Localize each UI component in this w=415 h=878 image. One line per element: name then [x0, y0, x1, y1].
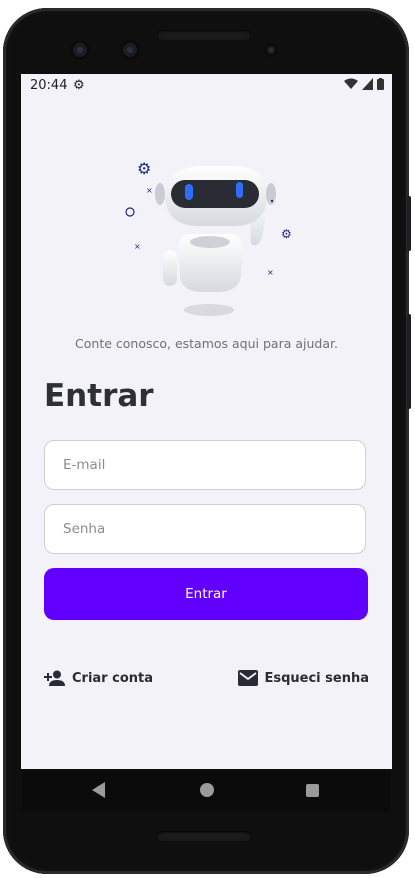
forgot-password-link[interactable]: Esqueci senha [238, 670, 369, 686]
forgot-password-label: Esqueci senha [264, 670, 369, 686]
sensor-icon [264, 43, 278, 57]
email-field[interactable] [44, 440, 366, 490]
home-icon[interactable] [200, 783, 214, 797]
signal-icon [362, 78, 373, 90]
wifi-icon [344, 78, 358, 89]
volume-button [407, 196, 411, 251]
status-time: 20:44 [30, 78, 68, 93]
gear-icon: ⚙ [281, 227, 292, 241]
front-camera-icon [120, 40, 140, 60]
back-icon[interactable] [92, 782, 105, 798]
recent-apps-icon[interactable] [306, 784, 319, 797]
create-account-link[interactable]: Criar conta [44, 670, 153, 686]
svg-text:×: × [146, 186, 153, 195]
add-person-icon [44, 670, 65, 686]
battery-icon [377, 78, 384, 90]
status-bar: 20:44 ⚙ [21, 74, 392, 98]
bottom-speaker [157, 831, 251, 841]
earpiece-speaker [157, 30, 251, 40]
gear-icon: ⚙ [137, 159, 151, 178]
front-camera-icon [70, 40, 90, 60]
svg-text:×: × [267, 268, 274, 277]
create-account-label: Criar conta [72, 670, 153, 686]
page-title: Entrar [44, 378, 154, 414]
status-icons [344, 78, 384, 90]
power-button [407, 314, 411, 409]
password-field[interactable] [44, 504, 366, 554]
login-button[interactable]: Entrar [44, 568, 368, 620]
robot-illustration: ⚙ ⚙ × × × [125, 159, 292, 316]
gear-icon: ⚙ [73, 78, 85, 93]
app-screen: 20:44 ⚙ ⚙ ⚙ × × × Conte conosco, estamos… [21, 74, 392, 769]
mail-icon [238, 670, 259, 686]
tagline: Conte conosco, estamos aqui para ajudar. [75, 336, 338, 351]
navigation-bar [22, 770, 391, 812]
svg-text:×: × [134, 242, 141, 251]
